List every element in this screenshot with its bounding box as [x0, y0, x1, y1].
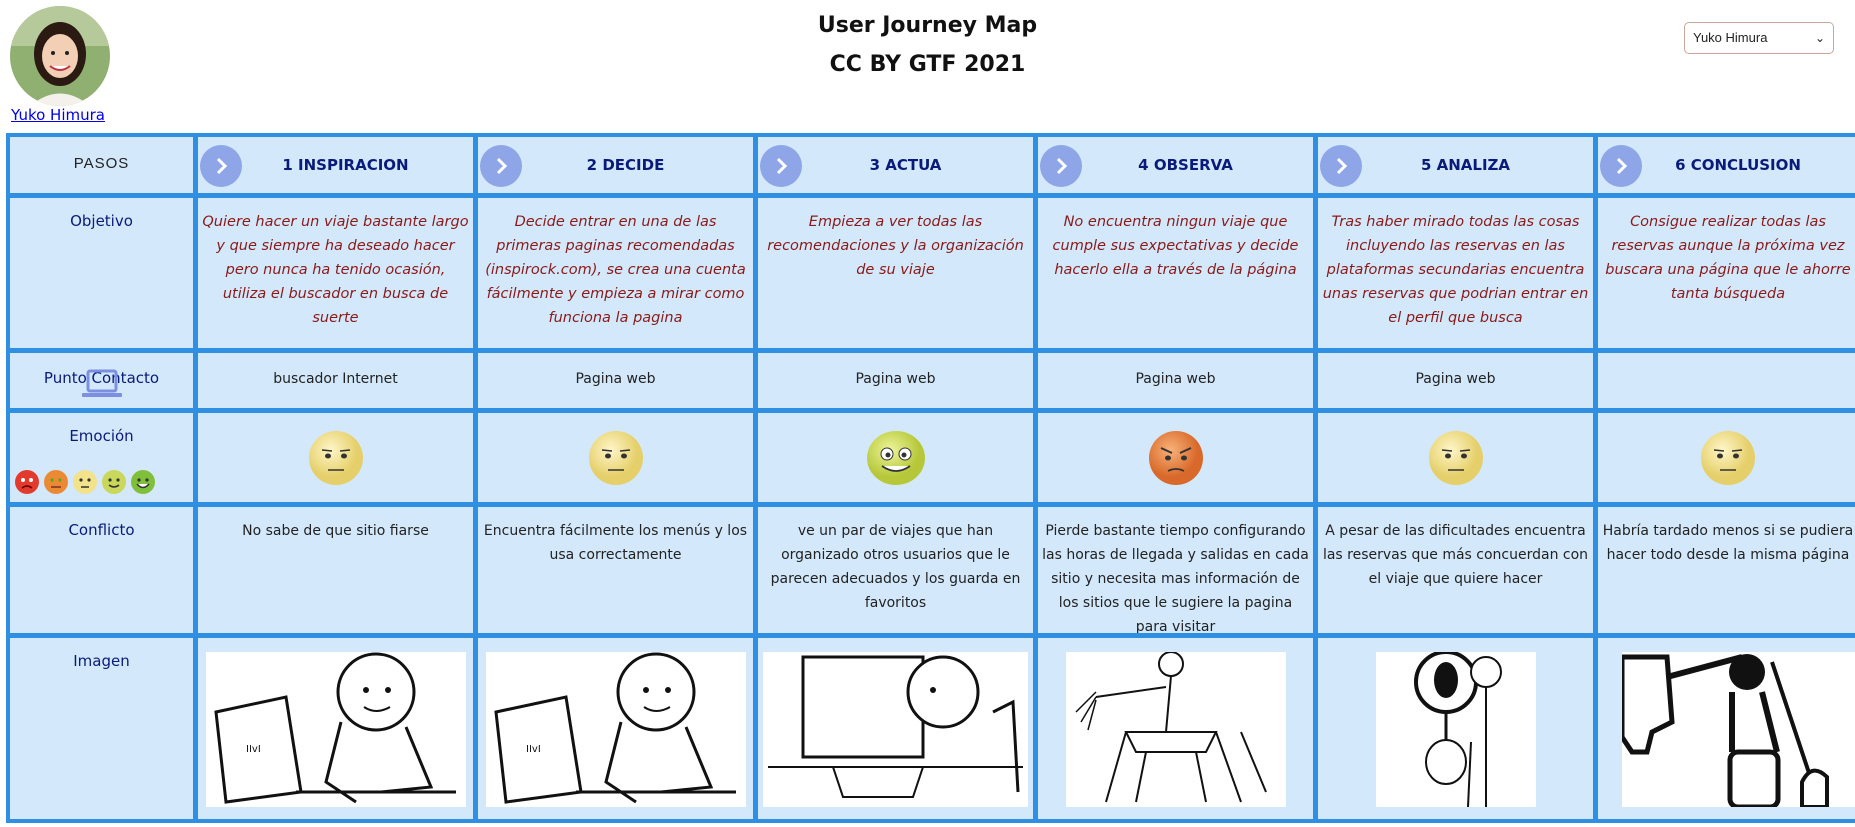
profile-name-link[interactable]: Yuko Himura — [11, 106, 105, 124]
objective-text: Quiere hacer un viaje bastante largo y q… — [198, 198, 473, 348]
neutral-face-icon — [1701, 431, 1755, 485]
very-angry-face-icon — [15, 470, 39, 494]
emotion-cell — [1318, 413, 1593, 502]
thumbs-down-illustration — [1622, 652, 1855, 807]
conflict-text: No sabe de que sitio fiarse — [198, 507, 473, 633]
touchpoint-text: Pagina web — [478, 353, 753, 408]
chevron-down-icon: ⌄ — [1814, 31, 1825, 45]
stickman-pointing-illustration — [1065, 652, 1286, 807]
stickman-magnifier-illustration — [1375, 652, 1536, 807]
user-select[interactable]: Yuko Himura ⌄ — [1684, 22, 1834, 54]
row-label-pasos: PASOS — [10, 137, 193, 193]
neutral-face-icon — [73, 470, 97, 494]
objective-text: No encuentra ningun viaje que cumple sus… — [1038, 198, 1313, 348]
stickman-laptop-illustration: IIvI — [205, 652, 466, 807]
touchpoint-text: Pagina web — [1318, 353, 1593, 408]
chevron-right-icon[interactable] — [1600, 145, 1642, 187]
row-label-text: Emoción — [69, 427, 134, 445]
annoyed-face-icon — [1148, 431, 1203, 485]
emotion-cell — [758, 413, 1033, 502]
conflict-text: Habría tardado menos si se pudiera hacer… — [1598, 507, 1855, 633]
step-image — [1598, 638, 1855, 819]
step-image — [1318, 638, 1593, 819]
step-header: 5 ANALIZA — [1318, 137, 1593, 193]
chevron-right-icon[interactable] — [1320, 145, 1362, 187]
objective-text: Tras haber mirado todas las cosas incluy… — [1318, 198, 1593, 348]
touchpoint-text: Pagina web — [1038, 353, 1313, 408]
step-image: IIvI — [478, 638, 753, 819]
step-image: IIvI — [198, 638, 473, 819]
journey-map-grid: PASOS 1 INSPIRACION 2 DECIDE 3 ACTUA 4 O… — [6, 133, 1855, 823]
touchpoint-text: Pagina web — [758, 353, 1033, 408]
step-image — [758, 638, 1033, 819]
emotion-cell — [1038, 413, 1313, 502]
laptop-icon — [82, 369, 122, 397]
neutral-face-icon — [588, 431, 643, 485]
emotion-cell — [1598, 413, 1855, 502]
objective-text: Decide entrar en una de las primeras pag… — [478, 198, 753, 348]
step-header: 2 DECIDE — [478, 137, 753, 193]
step-image — [1038, 638, 1313, 819]
chevron-right-icon[interactable] — [480, 145, 522, 187]
step-header: 4 OBSERVA — [1038, 137, 1313, 193]
chevron-right-icon[interactable] — [1040, 145, 1082, 187]
svg-text:IIvI: IIvI — [246, 744, 261, 755]
touchpoint-text — [1598, 353, 1855, 408]
neutral-face-icon — [308, 431, 363, 485]
row-label-objetivo: Objetivo — [10, 198, 193, 348]
row-label-imagen: Imagen — [10, 638, 193, 819]
step-header: 3 ACTUA — [758, 137, 1033, 193]
emotion-cell — [478, 413, 753, 502]
step-header: 1 INSPIRACION — [198, 137, 473, 193]
conflict-text: Encuentra fácilmente los menús y los usa… — [478, 507, 753, 633]
page-title: User Journey Map — [817, 13, 1038, 38]
row-label-punto-contacto: Punto Contacto — [10, 353, 193, 408]
row-label-emocion: Emoción — [10, 413, 193, 502]
objective-text: Empieza a ver todas las recomendaciones … — [758, 198, 1033, 348]
step-header: 6 CONCLUSION — [1598, 137, 1855, 193]
conflict-text: Pierde bastante tiempo configurando las … — [1038, 507, 1313, 633]
stickman-laptop-illustration: IIvI — [485, 652, 746, 807]
touchpoint-text: buscador Internet — [198, 353, 473, 408]
conflict-text: ve un par de viajes que han organizado o… — [758, 507, 1033, 633]
happy-face-icon — [866, 431, 925, 485]
conflict-text: A pesar de las dificultades encuentra la… — [1318, 507, 1593, 633]
emotion-cell — [198, 413, 473, 502]
user-select-value: Yuko Himura — [1693, 30, 1768, 45]
emotion-scale — [14, 469, 156, 495]
page-subtitle: CC BY GTF 2021 — [829, 52, 1026, 77]
pleased-face-icon — [102, 470, 126, 494]
chevron-right-icon[interactable] — [760, 145, 802, 187]
chevron-right-icon[interactable] — [200, 145, 242, 187]
objective-text: Consigue realizar todas las reservas aun… — [1598, 198, 1855, 348]
happy-face-icon — [131, 470, 155, 494]
row-label-conflicto: Conflicto — [10, 507, 193, 633]
angry-face-icon — [44, 470, 68, 494]
stickman-computer-illustration — [763, 652, 1028, 807]
svg-text:IIvI: IIvI — [526, 744, 541, 755]
neutral-face-icon — [1428, 431, 1483, 485]
